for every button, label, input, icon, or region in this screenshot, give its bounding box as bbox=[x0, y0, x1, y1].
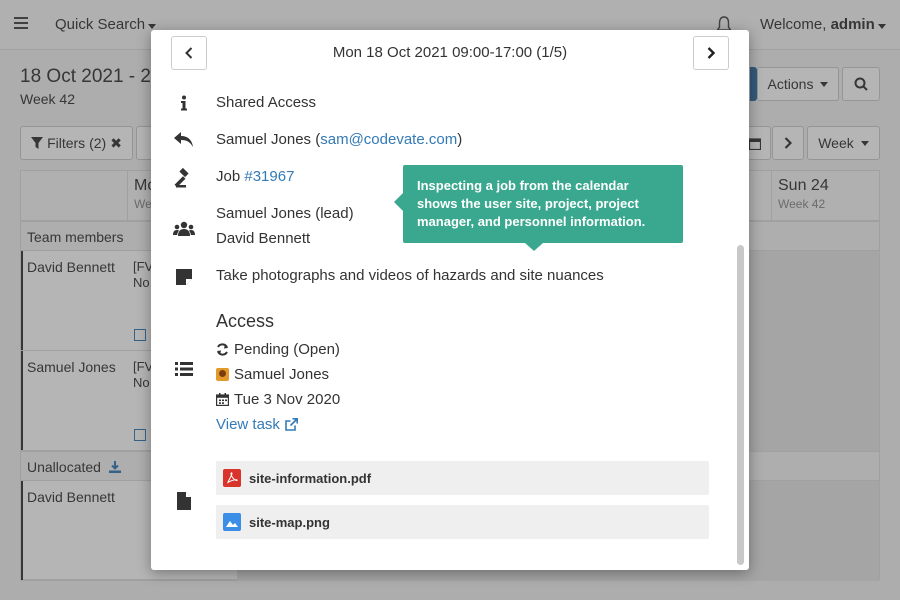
note-icon bbox=[173, 266, 195, 288]
event-type: Shared Access bbox=[216, 94, 317, 111]
pdf-file-icon bbox=[223, 469, 241, 487]
access-assignee: Samuel Jones bbox=[216, 366, 329, 383]
personnel-lead: Samuel Jones (lead) bbox=[216, 205, 354, 222]
refresh-icon bbox=[217, 343, 228, 356]
avatar bbox=[216, 368, 229, 381]
chevron-left-icon bbox=[185, 47, 193, 59]
previous-event-button[interactable] bbox=[171, 36, 207, 70]
chevron-right-icon bbox=[707, 47, 715, 59]
list-icon bbox=[173, 358, 195, 380]
event-detail-modal: Mon 18 Oct 2021 09:00-17:00 (1/5) Shared… bbox=[151, 30, 749, 570]
view-task-label: View task bbox=[216, 416, 280, 433]
modal-header: Mon 18 Oct 2021 09:00-17:00 (1/5) bbox=[151, 30, 749, 74]
attachment-item[interactable]: site-map.png bbox=[216, 505, 709, 539]
tooltip-text: Inspecting a job from the calendar shows… bbox=[417, 178, 646, 229]
help-tooltip: Inspecting a job from the calendar shows… bbox=[394, 165, 683, 251]
calendar-icon bbox=[216, 393, 229, 406]
external-link-icon bbox=[285, 418, 298, 431]
attachment-name: site-information.pdf bbox=[249, 470, 372, 486]
gavel-icon bbox=[173, 167, 195, 189]
job-prefix: Job bbox=[216, 168, 245, 185]
attachment-item[interactable]: site-information.pdf bbox=[216, 461, 709, 495]
personnel-member: David Bennett bbox=[216, 230, 311, 247]
tooltip-arrow bbox=[525, 243, 543, 251]
requester-name: Samuel Jones bbox=[216, 131, 312, 148]
job-reference: Job #31967 bbox=[216, 168, 294, 185]
access-title: Access bbox=[216, 311, 275, 331]
reply-icon bbox=[173, 129, 195, 151]
access-date-text: Tue 3 Nov 2020 bbox=[234, 391, 341, 408]
requester: Samuel Jones (sam@codevate.com) bbox=[216, 131, 463, 148]
modal-title: Mon 18 Oct 2021 09:00-17:00 (1/5) bbox=[332, 44, 568, 61]
access-status-text: Pending (Open) bbox=[234, 341, 340, 358]
access-date: Tue 3 Nov 2020 bbox=[216, 391, 340, 408]
modal-scrollbar[interactable] bbox=[737, 245, 744, 565]
next-event-button[interactable] bbox=[693, 36, 729, 70]
image-file-icon bbox=[223, 513, 241, 531]
file-icon bbox=[173, 490, 195, 512]
event-note: Take photographs and videos of hazards a… bbox=[216, 267, 604, 284]
job-link[interactable]: #31967 bbox=[244, 168, 294, 185]
assignee-name: Samuel Jones bbox=[234, 366, 330, 383]
attachment-name: site-map.png bbox=[249, 514, 330, 530]
info-icon bbox=[173, 92, 195, 114]
tooltip-arrow bbox=[394, 193, 403, 211]
requester-email-link[interactable]: sam@codevate.com bbox=[320, 131, 457, 148]
users-icon bbox=[173, 218, 195, 240]
access-status: Pending (Open) bbox=[216, 341, 340, 358]
view-task-link[interactable]: View task bbox=[216, 416, 298, 433]
